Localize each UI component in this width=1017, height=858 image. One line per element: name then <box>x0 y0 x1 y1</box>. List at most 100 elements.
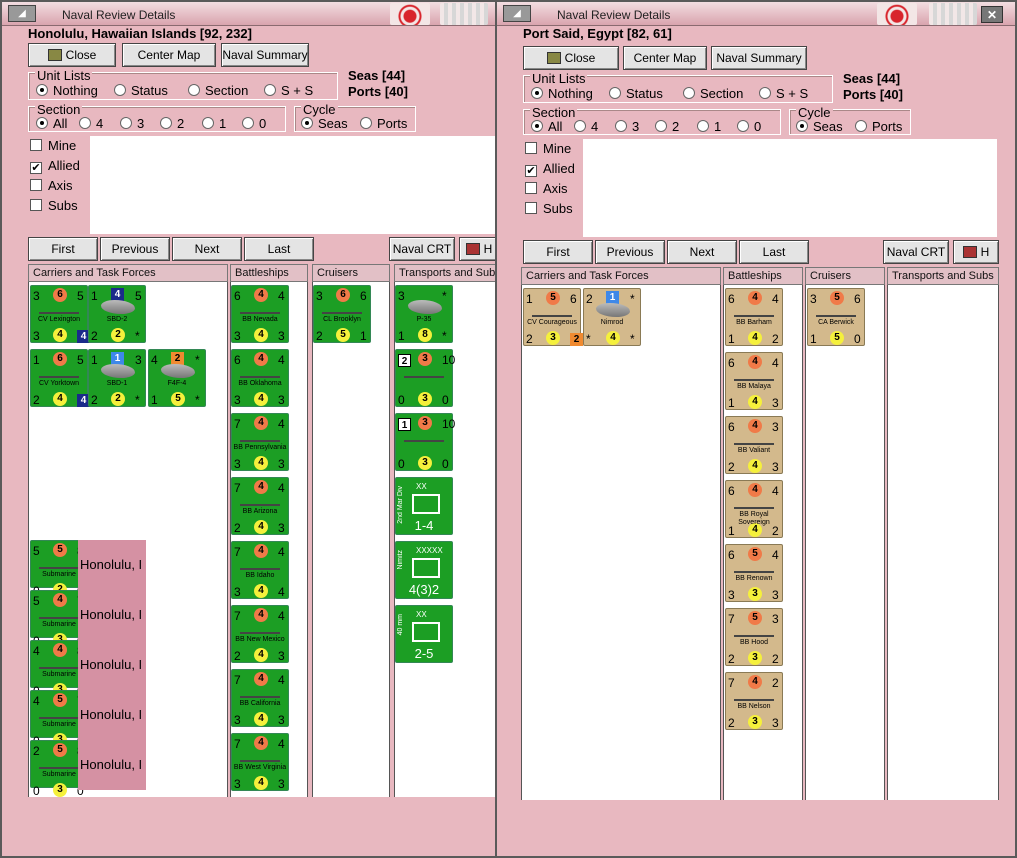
unit-counter[interactable]: 3 6 6 2 5 1 CL Brooklyn <box>313 285 371 343</box>
radio-section-3[interactable]: 3 <box>120 116 144 131</box>
unit-list-box[interactable] <box>583 139 997 237</box>
radio-section-2[interactable]: 2 <box>655 119 679 134</box>
naval-summary-button[interactable]: Naval Summary <box>711 46 807 70</box>
next-button[interactable]: Next <box>667 240 737 264</box>
checkbox-mine[interactable]: Mine <box>30 138 76 153</box>
first-button[interactable]: First <box>523 240 593 264</box>
unit-counter[interactable]: 2 1 * * 4 * Nimrod <box>583 288 641 346</box>
next-button[interactable]: Next <box>172 237 242 261</box>
checkbox-subs[interactable]: Subs <box>525 201 573 216</box>
unit-counter[interactable]: 6 4 4 3 4 3 BB Nevada <box>231 285 289 343</box>
checkbox-axis[interactable]: Axis <box>30 178 73 193</box>
factor-circle: 5 <box>336 328 350 342</box>
system-menu-icon[interactable]: ◢ <box>503 5 531 22</box>
previous-button[interactable]: Previous <box>100 237 170 261</box>
radio-section-2[interactable]: 2 <box>160 116 184 131</box>
cycle-label: Cycle <box>796 105 833 120</box>
title-bar[interactable]: ◢ Naval Review Details ✕ <box>497 2 1015 26</box>
unit-counter[interactable]: XXXXX Nimitz 4(3)2 <box>395 541 453 599</box>
radio-section-1[interactable]: 1 <box>697 119 721 134</box>
factor-value: 2 <box>772 332 779 346</box>
unit-counter[interactable]: 3 5 6 1 5 0 CA Berwick <box>807 288 865 346</box>
checkbox-subs[interactable]: Subs <box>30 198 78 213</box>
unit-counter[interactable]: 6 5 4 3 3 3 BB Renown <box>725 544 783 602</box>
last-button[interactable]: Last <box>244 237 314 261</box>
checkbox-allied[interactable]: ✔ Allied <box>30 158 80 174</box>
radio-section-all[interactable]: All <box>36 116 67 131</box>
radio-section[interactable]: Section <box>683 86 743 101</box>
cruisers-column[interactable] <box>312 282 390 797</box>
close-window-icon[interactable]: ✕ <box>981 6 1003 23</box>
unit-counter[interactable]: 7 4 4 3 4 3 BB California <box>231 669 289 727</box>
unit-counter[interactable]: 7 4 4 3 4 4 BB Idaho <box>231 541 289 599</box>
unit-list-box[interactable] <box>90 136 500 234</box>
radio-section-1[interactable]: 1 <box>202 116 226 131</box>
unit-counter[interactable]: 7 4 2 2 3 3 BB Nelson <box>725 672 783 730</box>
unit-symbol-icon <box>412 494 440 514</box>
unit-counter[interactable]: 1 1 3 2 2 * SBD-1 <box>88 349 146 407</box>
unit-counter[interactable]: 4 2 * 1 5 * F4F-4 <box>148 349 206 407</box>
unit-counter[interactable]: 1 5 6 2 3 2 CV Courageous <box>523 288 583 346</box>
radio-cycle-ports[interactable]: Ports <box>855 119 902 134</box>
unit-counter[interactable]: 6 4 4 3 4 3 BB Oklahoma <box>231 349 289 407</box>
factor-value: 1 <box>151 393 158 407</box>
unit-counter[interactable]: 6 4 3 2 4 3 BB Valiant <box>725 416 783 474</box>
unit-counter[interactable]: 6 4 4 1 4 3 BB Malaya <box>725 352 783 410</box>
carriers-column[interactable] <box>521 285 721 800</box>
naval-crt-button[interactable]: Naval CRT <box>883 240 949 264</box>
radio-s-plus-s[interactable]: S + S <box>759 86 808 101</box>
unit-name: BB Arizona <box>242 508 278 515</box>
radio-s-plus-s[interactable]: S + S <box>264 83 313 98</box>
checkbox-mine[interactable]: Mine <box>525 141 571 156</box>
checkbox-axis[interactable]: Axis <box>525 181 568 196</box>
unit-counter[interactable]: 7 4 4 3 4 3 BB Pennsylvania <box>231 413 289 471</box>
unit-counter[interactable]: 1 6 5 2 4 4 CV Yorktown <box>30 349 90 407</box>
radio-section-all[interactable]: All <box>531 119 562 134</box>
radio-section-3[interactable]: 3 <box>615 119 639 134</box>
close-button[interactable]: Close <box>523 46 619 70</box>
unit-counter[interactable]: 7 4 4 2 4 3 BB Arizona <box>231 477 289 535</box>
unit-counter[interactable]: XX 2nd Mar Div 1-4 <box>395 477 453 535</box>
radio-cycle-seas[interactable]: Seas <box>796 119 843 134</box>
unit-counter[interactable]: 6 4 4 1 4 2 BB Barham <box>725 288 783 346</box>
radio-status[interactable]: Status <box>114 83 168 98</box>
first-button[interactable]: First <box>28 237 98 261</box>
unit-counter[interactable]: 1 3 10 0 3 0 <box>395 413 455 471</box>
unit-counter[interactable]: 2 3 10 0 3 0 <box>395 349 455 407</box>
unit-counter[interactable]: 7 4 4 2 4 3 BB New Mexico <box>231 605 289 663</box>
last-button[interactable]: Last <box>739 240 809 264</box>
factor-circle: 4 <box>254 288 268 302</box>
close-button[interactable]: Close <box>28 43 116 67</box>
radio-nothing[interactable]: Nothing <box>531 86 593 101</box>
radio-section-0[interactable]: 0 <box>242 116 266 131</box>
radio-cycle-ports[interactable]: Ports <box>360 116 407 131</box>
unit-counter[interactable]: 3 * 1 8 * P-35 <box>395 285 453 343</box>
radio-section[interactable]: Section <box>188 83 248 98</box>
naval-summary-button[interactable]: Naval Summary <box>221 43 309 67</box>
unit-counter[interactable]: XX 40 mm 2-5 <box>395 605 453 663</box>
unit-name: BB Royal Sovereign <box>738 511 770 526</box>
radio-status[interactable]: Status <box>609 86 663 101</box>
previous-button[interactable]: Previous <box>595 240 665 264</box>
checkbox-allied[interactable]: ✔ Allied <box>525 161 575 177</box>
unit-counter[interactable]: 6 4 4 1 4 2 BB Royal Sovereign <box>725 480 783 538</box>
transports-column[interactable] <box>887 285 999 800</box>
naval-crt-button[interactable]: Naval CRT <box>389 237 455 261</box>
radio-section-4[interactable]: 4 <box>574 119 598 134</box>
unit-counter[interactable]: 7 5 3 2 3 2 BB Hood <box>725 608 783 666</box>
cruisers-column[interactable] <box>805 285 885 800</box>
system-menu-icon[interactable]: ◢ <box>8 5 36 22</box>
radio-cycle-seas[interactable]: Seas <box>301 116 348 131</box>
radio-nothing[interactable]: Nothing <box>36 83 98 98</box>
unit-counter[interactable]: 3 6 5 3 4 4 CV Lexington <box>30 285 90 343</box>
title-bar[interactable]: ◢ Naval Review Details <box>2 2 498 26</box>
unit-name: BB California <box>239 700 281 707</box>
unit-counter[interactable]: 7 4 4 3 4 3 BB West Virginia <box>231 733 289 791</box>
unit-counter[interactable]: 1 4 5 2 2 * SBD-2 <box>88 285 146 343</box>
center-map-button[interactable]: Center Map <box>623 46 707 70</box>
center-map-button[interactable]: Center Map <box>122 43 216 67</box>
radio-section-0[interactable]: 0 <box>737 119 761 134</box>
radio-section-4[interactable]: 4 <box>79 116 103 131</box>
help-button[interactable]: H <box>953 240 999 264</box>
help-button[interactable]: H <box>459 237 499 261</box>
